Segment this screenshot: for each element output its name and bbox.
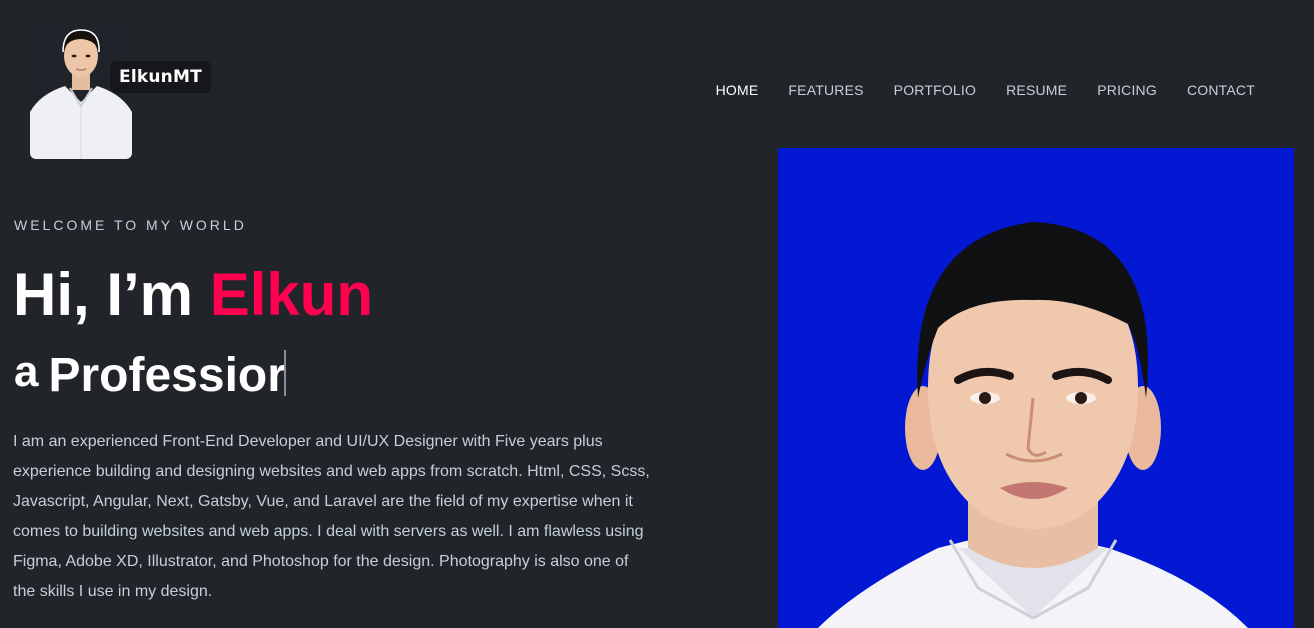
nav-features[interactable]: FEATURES	[788, 82, 863, 98]
nav-resume[interactable]: RESUME	[1006, 82, 1067, 98]
nav-home[interactable]: HOME	[716, 82, 759, 98]
nav-contact[interactable]: CONTACT	[1187, 82, 1255, 98]
hero-typed-line: a Professior	[14, 346, 286, 406]
main-nav: HOME FEATURES PORTFOLIO RESUME PRICING C…	[716, 82, 1255, 98]
profile-portrait	[778, 148, 1294, 628]
page: ElkunMT HOME FEATURES PORTFOLIO RESUME P…	[0, 0, 1314, 628]
hero-eyebrow: WELCOME TO MY WORLD	[14, 217, 247, 233]
nav-portfolio[interactable]: PORTFOLIO	[894, 82, 976, 98]
hero-title-name: Elkun	[209, 261, 374, 328]
hero-bio: I am an experienced Front-End Developer …	[13, 433, 650, 600]
site-logo[interactable]: ElkunMT	[28, 22, 211, 162]
typing-caret	[283, 350, 286, 396]
hero-typed-word: Professior	[48, 349, 286, 402]
hero-typed-lead: a	[14, 347, 39, 396]
hero-title: Hi, I’m Elkun	[13, 262, 373, 328]
hero-title-prefix: Hi, I’m	[13, 261, 210, 328]
logo-name: ElkunMT	[110, 61, 211, 93]
nav-pricing[interactable]: PRICING	[1097, 82, 1157, 98]
